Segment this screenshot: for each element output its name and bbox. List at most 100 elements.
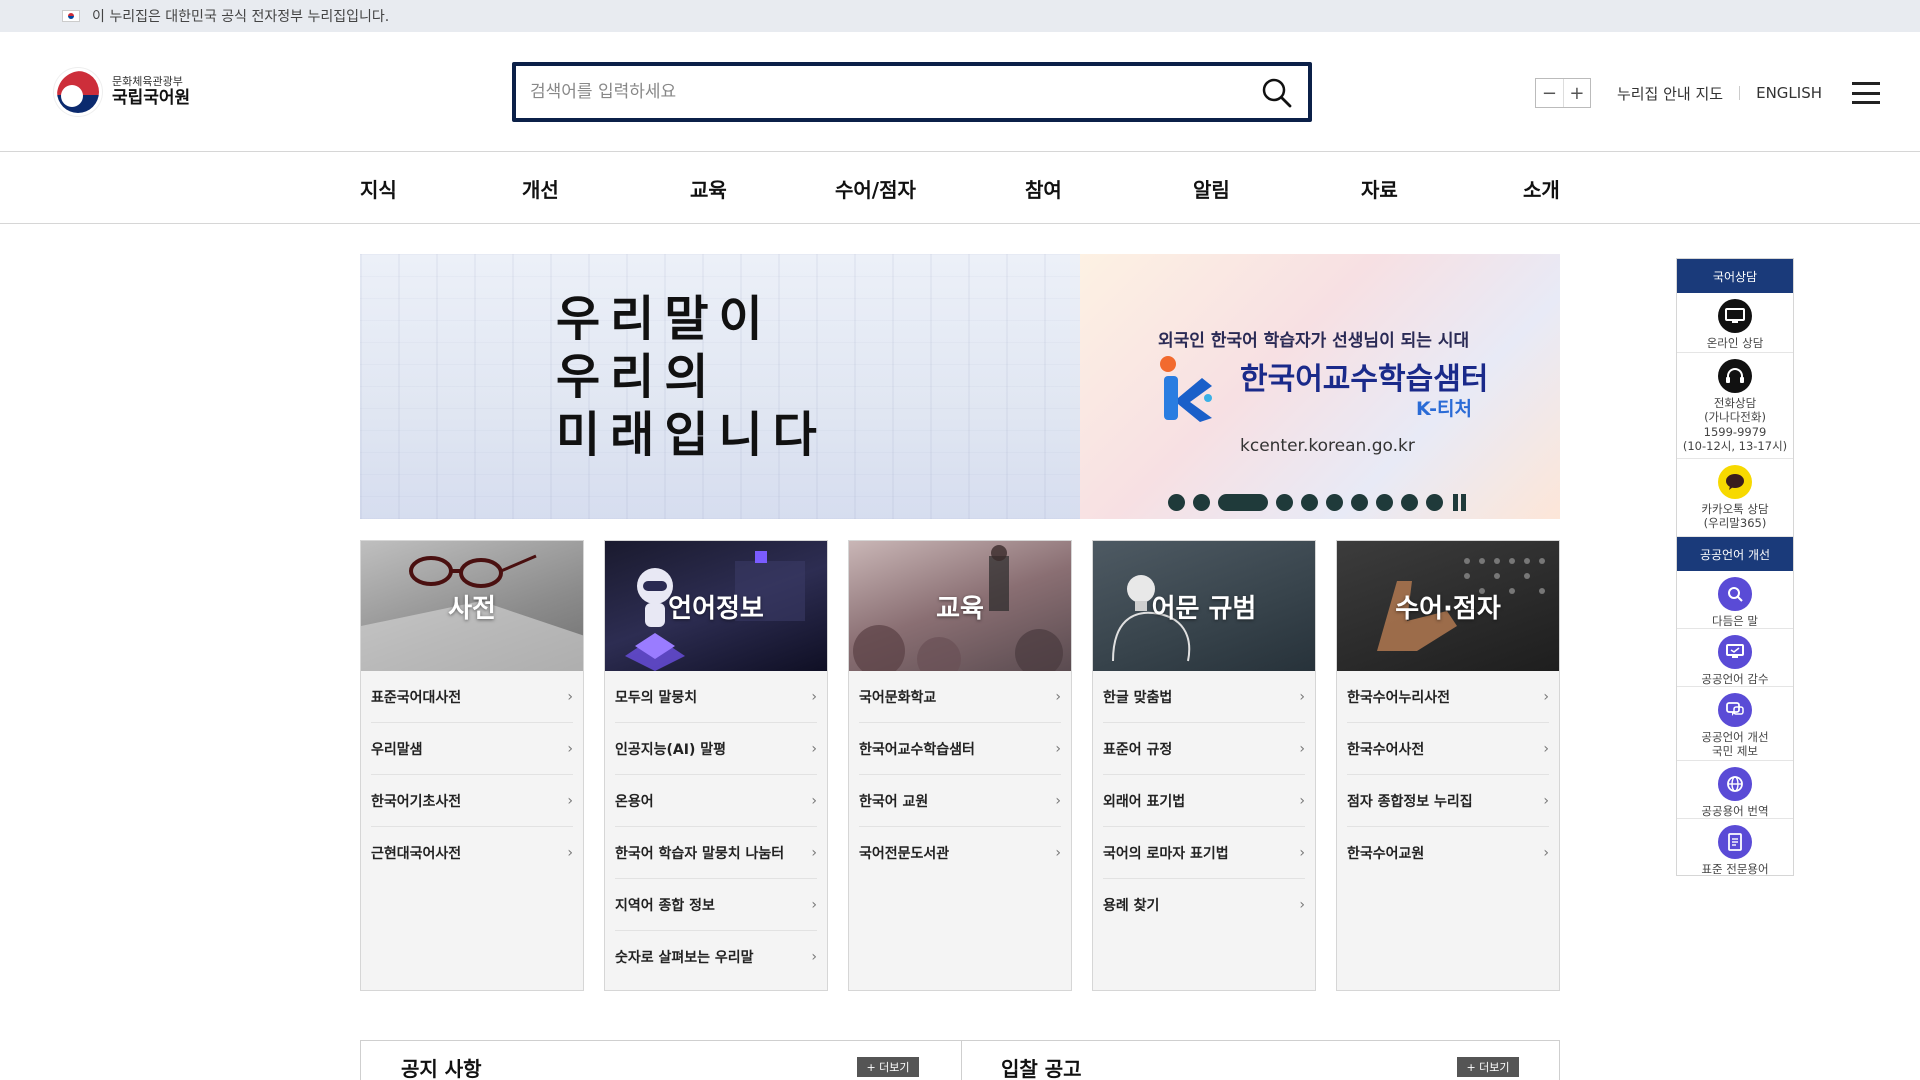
banner-title: 한국어교수학습샘터 — [1240, 362, 1489, 397]
nav-participation[interactable]: 참여 — [1025, 174, 1062, 203]
logo-institute: 국립국어원 — [112, 87, 191, 108]
nav-sign-braille[interactable]: 수어/점자 — [835, 174, 916, 203]
quick-menu: 국어상담 온라인 상담 전화상담 (가나다전화) 1599-9979 (10-1… — [1676, 258, 1794, 876]
card-title: 교육 — [936, 593, 984, 624]
chevron-right-icon: › — [1055, 792, 1061, 809]
hamburger-menu-icon[interactable] — [1852, 82, 1880, 104]
logo[interactable]: 문화체육관광부 국립국어원 — [54, 68, 190, 116]
divider — [1739, 86, 1741, 100]
public-term-translation-item[interactable]: 공공용어 번역 — [1677, 761, 1793, 819]
chevron-right-icon: › — [1543, 845, 1549, 861]
zoom-out-button[interactable]: − — [1536, 79, 1563, 107]
public-language-review-item[interactable]: 공공언어 감수 — [1677, 629, 1793, 687]
banner-subtitle: 외국인 한국어 학습자가 선생님이 되는 시대 — [1158, 331, 1470, 351]
list-item[interactable]: 인공지능(AI) 말평 › — [615, 723, 817, 775]
kteacher-banner[interactable]: 외국인 한국어 학습자가 선생님이 되는 시대 한국어교수학습샘터 K-티처 k… — [1080, 254, 1560, 519]
chat-bubble-icon — [1718, 693, 1752, 727]
list-item[interactable]: 점자 종합정보 누리집 › — [1347, 775, 1549, 827]
list-item[interactable]: 숫자로 살펴보는 우리말 › — [615, 931, 817, 983]
search-button[interactable] — [1260, 76, 1294, 110]
english-link[interactable]: ENGLISH — [1756, 84, 1822, 102]
carousel-dot[interactable] — [1326, 494, 1343, 511]
list-item[interactable]: 한국어 교원 › — [859, 775, 1061, 827]
carousel-dot[interactable] — [1401, 494, 1418, 511]
korea-flag-icon — [62, 10, 80, 22]
utility-menu: − + 누리집 안내 지도 ENGLISH — [1534, 78, 1880, 108]
bid-more-button[interactable]: + 더보기 — [1457, 1057, 1519, 1077]
card-thumbnail[interactable]: 수어·점자 — [1337, 541, 1559, 671]
nav-about[interactable]: 소개 — [1523, 174, 1560, 203]
list-item[interactable]: 한국어교수학습샘터 › — [859, 723, 1061, 775]
chevron-right-icon: › — [1299, 897, 1305, 913]
chevron-right-icon: › — [567, 688, 573, 705]
card-thumbnail[interactable]: 어문 규범 — [1093, 541, 1315, 671]
main-navigation: 지식 개선 교육 수어/점자 참여 알림 자료 소개 — [0, 152, 1920, 224]
carousel-dot[interactable] — [1301, 494, 1318, 511]
list-item[interactable]: 근현대국어사전 › — [371, 827, 573, 879]
list-item[interactable]: 한글 맞춤법 › — [1103, 671, 1305, 723]
chevron-right-icon: › — [811, 740, 817, 757]
sitemap-link[interactable]: 누리집 안내 지도 — [1617, 83, 1723, 104]
chevron-right-icon: › — [567, 845, 573, 861]
slogan-text: 우리말이 우리의 미래입니다 — [556, 291, 827, 463]
list-item[interactable]: 국어문화학교 › — [859, 671, 1061, 723]
list-item[interactable]: 표준어 규정 › — [1103, 723, 1305, 775]
chevron-right-icon: › — [1055, 740, 1061, 757]
carousel-dot[interactable] — [1426, 494, 1443, 511]
list-item[interactable]: 온용어 › — [615, 775, 817, 827]
banner-tag: K-티처 — [1416, 398, 1472, 420]
phone-consult-item[interactable]: 전화상담 (가나다전화) 1599-9979 (10-12시, 13-17시) — [1677, 353, 1793, 459]
list-item[interactable]: 모두의 말뭉치 › — [615, 671, 817, 723]
chevron-right-icon: › — [1543, 792, 1549, 809]
nav-improvement[interactable]: 개선 — [522, 174, 559, 203]
list-item[interactable]: 국어전문도서관 › — [859, 827, 1061, 879]
card-education: 교육 국어문화학교 › 한국어교수학습샘터 › 한국어 교원 › 국어전문도서관 › — [848, 540, 1072, 991]
headset-icon — [1718, 359, 1752, 393]
carousel-dot-active[interactable] — [1218, 494, 1268, 511]
list-item[interactable]: 국어의 로마자 표기법 › — [1103, 827, 1305, 879]
pause-icon[interactable] — [1451, 494, 1468, 511]
notice-more-button[interactable]: + 더보기 — [857, 1057, 919, 1077]
list-item[interactable]: 외래어 표기법 › — [1103, 775, 1305, 827]
list-item[interactable]: 한국어 학습자 말뭉치 나눔터 › — [615, 827, 817, 879]
chevron-right-icon: › — [1543, 688, 1549, 705]
gov-banner-text: 이 누리집은 대한민국 공식 전자정부 누리집입니다. — [92, 9, 390, 25]
card-title: 어문 규범 — [1151, 593, 1257, 624]
list-item[interactable]: 우리말샘 › — [371, 723, 573, 775]
zoom-in-button[interactable]: + — [1562, 79, 1590, 107]
chevron-right-icon: › — [1299, 688, 1305, 705]
list-item[interactable]: 한국어기초사전 › — [371, 775, 573, 827]
list-item[interactable]: 한국수어교원 › — [1347, 827, 1549, 879]
carousel-dot[interactable] — [1193, 494, 1210, 511]
nav-knowledge[interactable]: 지식 — [360, 174, 397, 203]
nav-notice[interactable]: 알림 — [1193, 174, 1230, 203]
carousel-dot[interactable] — [1276, 494, 1293, 511]
card-thumbnail[interactable]: 언어정보 — [605, 541, 827, 671]
standard-terms-item[interactable]: 표준 전문용어 — [1677, 819, 1793, 877]
card-title: 사전 — [448, 593, 496, 624]
nav-resources[interactable]: 자료 — [1361, 174, 1398, 203]
search-input[interactable] — [530, 76, 1230, 108]
public-language-report-item[interactable]: 공공언어 개선 국민 제보 — [1677, 687, 1793, 761]
header: 문화체육관광부 국립국어원 − + 누리집 안내 지도 ENGLISH — [0, 32, 1920, 152]
list-item[interactable]: 표준국어대사전 › — [371, 671, 573, 723]
search-box — [512, 62, 1312, 122]
online-consult-item[interactable]: 온라인 상담 — [1677, 293, 1793, 353]
carousel-dot[interactable] — [1168, 494, 1185, 511]
chevron-right-icon: › — [1299, 844, 1305, 861]
list-item[interactable]: 한국수어사전 › — [1347, 723, 1549, 775]
card-thumbnail[interactable]: 사전 — [361, 541, 583, 671]
refined-words-item[interactable]: 다듬은 말 — [1677, 571, 1793, 629]
slogan-banner[interactable]: 우리말이 우리의 미래입니다 — [360, 254, 1080, 519]
carousel-dot[interactable] — [1376, 494, 1393, 511]
list-item[interactable]: 용례 찾기 › — [1103, 879, 1305, 931]
kakao-consult-item[interactable]: 카카오톡 상담 (우리말365) — [1677, 459, 1793, 537]
chevron-right-icon: › — [1543, 740, 1549, 757]
card-thumbnail[interactable]: 교육 — [849, 541, 1071, 671]
list-item[interactable]: 지역어 종합 정보 › — [615, 879, 817, 931]
list-item[interactable]: 한국수어누리사전 › — [1347, 671, 1549, 723]
nav-education[interactable]: 교육 — [690, 174, 727, 203]
document-icon — [1718, 825, 1752, 859]
banner-url: kcenter.korean.go.kr — [1240, 436, 1415, 456]
carousel-dot[interactable] — [1351, 494, 1368, 511]
